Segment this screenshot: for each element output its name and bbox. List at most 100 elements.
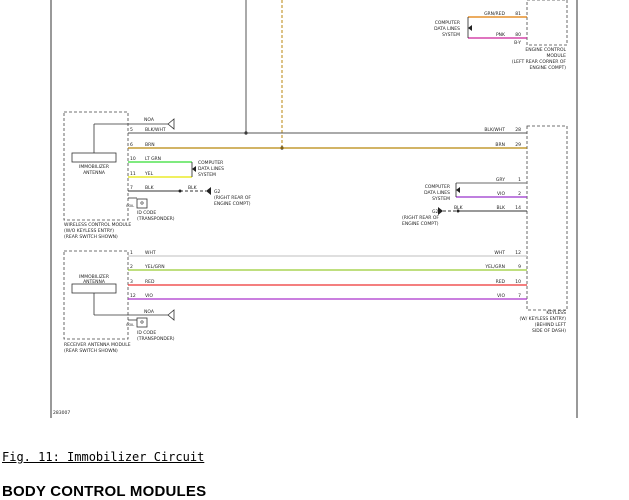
g2-left-label-2: (RIGHT REAR OF — [214, 195, 251, 201]
ecm-wire-by-pin: B-Y — [514, 40, 521, 46]
engine-control-module-box — [526, 0, 568, 46]
ecm-wire-grn-red-pin: 81 — [515, 11, 521, 17]
figure-caption: Fig. 11: Immobilizer Circuit — [2, 450, 205, 464]
keyless-data-lines-label: COMPUTER DATA LINES SYSTEM — [424, 184, 450, 202]
wire-wht-pin-left: 1 — [130, 250, 133, 256]
wire-wht-color-right: WHT — [494, 250, 505, 256]
transponder-2-label-1: ID CODE — [137, 330, 156, 336]
wl-data-label-1: COMPUTER — [198, 160, 223, 166]
wire-blk-wht-pin-left: 5 — [130, 127, 133, 133]
transponder-2-label-2: (TRANSPONDER) — [137, 336, 175, 342]
keyless-wire-gry-pin: 1 — [518, 177, 521, 183]
receiver-label-1: RECEIVER ANTENNA MODULE — [64, 342, 131, 348]
transponder-1-coil: COIL — [126, 204, 134, 208]
ground-g2-left-icon — [206, 187, 211, 195]
ecm-data-label-3: SYSTEM — [442, 32, 460, 38]
wire-yel-pin-left: 11 — [130, 171, 136, 177]
wire-red-color-right: RED — [496, 279, 506, 285]
wire-blk-pin-left: 7 — [130, 185, 133, 191]
wire-wht-color-left: WHT — [145, 250, 156, 256]
transponder-1-label-1: ID CODE — [137, 210, 156, 216]
wire-blk-color-left: BLK — [145, 185, 155, 191]
wire-blk-wht-color-right: BLK/WHT — [484, 127, 505, 133]
ecm-data-label-1: COMPUTER — [435, 20, 460, 26]
engine-control-module-label: ENGINE CONTROL MODULE (LEFT REAR CORNER … — [512, 47, 567, 71]
data-arrow-wireless — [192, 166, 196, 172]
keyless-wire-blk-color-right: BLK — [496, 205, 506, 211]
keyless-wire-blk-pin: 14 — [515, 205, 521, 211]
transponder-2-coil: COIL — [126, 323, 134, 327]
wire-vio-pin-left: 12 — [130, 293, 136, 299]
keyless-wire-vio-pin: 2 — [518, 191, 521, 197]
g2-left-label-3: ENGINE COMPT) — [214, 201, 251, 207]
wire-yel-grn-pin-right: 9 — [518, 264, 521, 270]
g2-left-label-1: G2 — [214, 189, 220, 195]
ground-g2-right-label: G2 (RIGHT REAR OF ENGINE COMPT) — [402, 209, 439, 227]
wire-yel-grn-color-right: YEL/GRN — [484, 264, 505, 270]
wire-vio-color-right: VIO — [497, 293, 505, 299]
wire-brn-pin-left: 6 — [130, 142, 133, 148]
wire-yel-grn-color-left: YEL/GRN — [144, 264, 165, 270]
keyless-label-2: (W/ KEYLESS ENTRY) — [520, 316, 567, 322]
wire-red-pin-left: 3 — [130, 279, 133, 285]
kl-data-label-1: COMPUTER — [425, 184, 450, 190]
ecm-wire-grn-red-color: GRN/RED — [484, 11, 505, 17]
ecm-wire-pnk-color: PNK — [496, 32, 506, 38]
wire-vio-color-left: VIO — [145, 293, 153, 299]
wire-red-color-left: RED — [145, 279, 155, 285]
transponder-2-icon — [136, 317, 148, 328]
kl-data-label-3: SYSTEM — [432, 196, 450, 202]
keyless-wire-gry-color: GRY — [496, 177, 505, 183]
ecm-wire-pnk-pin: 80 — [515, 32, 521, 38]
ground-g2-right-icon — [438, 207, 443, 215]
receiver-antenna-module-box — [63, 250, 129, 340]
ground-splice-left — [178, 189, 182, 193]
keyless-wire-blk-color-left: BLK — [454, 205, 464, 211]
ecm-data-label-2: DATA LINES — [434, 26, 460, 32]
wire-red-pin-right: 10 — [515, 279, 521, 285]
wire-blk-color-right: BLK — [188, 185, 198, 191]
wire-yel-grn-pin-left: 2 — [130, 264, 133, 270]
wire-brn-pin-right: 29 — [515, 142, 521, 148]
keyless-label-3: (BEHIND LEFT — [535, 322, 567, 328]
wire-blk-wht-color-left: BLK/WHT — [145, 127, 166, 133]
transponder-1-icon — [136, 198, 148, 209]
immobilizer-wiring-diagram: 283007 ENGINE CONTROL MODULE (LEFT REAR … — [50, 0, 578, 418]
receiver-module-label: RECEIVER ANTENNA MODULE (REAR SWITCH SHO… — [64, 342, 131, 354]
ecm-data-lines-label: COMPUTER DATA LINES SYSTEM — [434, 20, 460, 38]
receiver-label-2: (REAR SWITCH SHOWN) — [64, 348, 118, 354]
wire-lt-grn-color-left: LT GRN — [145, 156, 161, 162]
keyless-label-4: SIDE OF DASH) — [532, 328, 566, 334]
immobilizer-antenna-2 — [71, 283, 117, 294]
ecm-label-4: ENGINE COMPT) — [530, 65, 567, 71]
wire-lt-grn-pin-left: 10 — [130, 156, 136, 162]
keyless-label-1: KEYLESS — [546, 310, 566, 316]
wireless-module-label: WIRELESS CONTROL MODULE (W/O KEYLESS ENT… — [64, 222, 131, 240]
wl-data-label-3: SYSTEM — [198, 172, 216, 178]
antenna-2-connector-icon — [167, 309, 175, 321]
wire-brn-color-left: BRN — [145, 142, 155, 148]
page-code: 283007 — [53, 410, 70, 416]
g2-right-label-1: G2 — [432, 209, 438, 215]
antenna-2-noa-label: NOA — [144, 309, 155, 315]
wireless-label-3: (REAR SWITCH SHOWN) — [64, 234, 118, 240]
wireless-label-1: WIRELESS CONTROL MODULE — [64, 222, 131, 228]
ground-g2-left-label: G2 (RIGHT REAR OF ENGINE COMPT) — [214, 189, 251, 207]
antenna-1-connector-icon — [167, 118, 175, 130]
wl-data-label-2: DATA LINES — [198, 166, 224, 172]
keyless-data-arrow — [456, 187, 460, 193]
wire-brn-color-right: BRN — [495, 142, 505, 148]
antenna-1-noa-label: NOA — [144, 117, 155, 123]
transponder-1-dot — [140, 201, 144, 205]
antenna-1-label-1: IMMOBILIZER — [79, 164, 109, 170]
ecm-label-2: MODULE — [546, 53, 566, 59]
keyless-module-box — [526, 125, 568, 311]
keyless-module-label: KEYLESS (W/ KEYLESS ENTRY) (BEHIND LEFT … — [520, 310, 567, 334]
antenna-2-label-2: ANTENNA — [83, 279, 106, 285]
antenna-1-label-2: ANTENNA — [83, 170, 106, 176]
wire-yel-color-left: YEL — [144, 171, 154, 177]
g2-right-label-2: (RIGHT REAR OF — [402, 215, 439, 221]
kl-data-label-2: DATA LINES — [424, 190, 450, 196]
transponder-1-label-2: (TRANSPONDER) — [137, 216, 175, 222]
ecm-label-3: (LEFT REAR CORNER OF — [512, 59, 567, 65]
